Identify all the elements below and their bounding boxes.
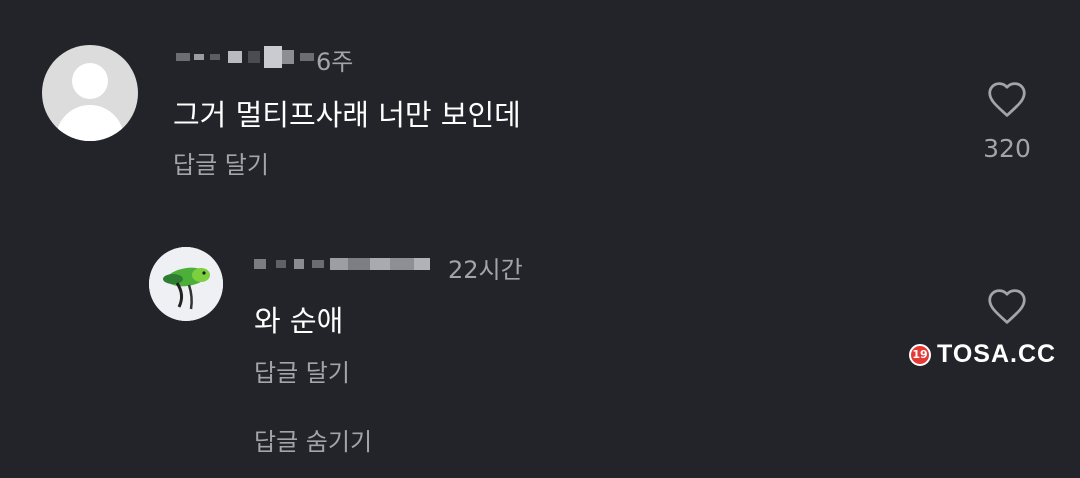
watermark-text: TOSA.CC	[937, 340, 1057, 368]
reply-button[interactable]: 답글 달기	[254, 353, 350, 388]
hide-replies-button[interactable]: 답글 숨기기	[254, 422, 372, 457]
avatar[interactable]	[149, 247, 223, 321]
heart-icon[interactable]	[986, 287, 1028, 325]
avatar[interactable]	[42, 45, 138, 141]
comment-time: 22시간	[448, 256, 523, 284]
comment-text: 그거 멀티프사래 너만 보인데	[173, 98, 521, 132]
username-blurred[interactable]	[176, 42, 314, 72]
like-count: 320	[983, 134, 1031, 163]
username-blurred[interactable]	[254, 254, 430, 274]
comment-time: 6주	[316, 48, 354, 76]
avatar-head-shape	[72, 63, 108, 99]
reply-button[interactable]: 답글 달기	[173, 145, 269, 180]
avatar-body-shape	[56, 105, 124, 141]
comment-text: 와 순애	[254, 304, 344, 338]
watermark: 19 TOSA.CC	[909, 340, 1056, 369]
parrot-avatar-image	[149, 247, 223, 321]
watermark-badge: 19	[909, 343, 931, 366]
heart-icon[interactable]	[986, 80, 1028, 118]
